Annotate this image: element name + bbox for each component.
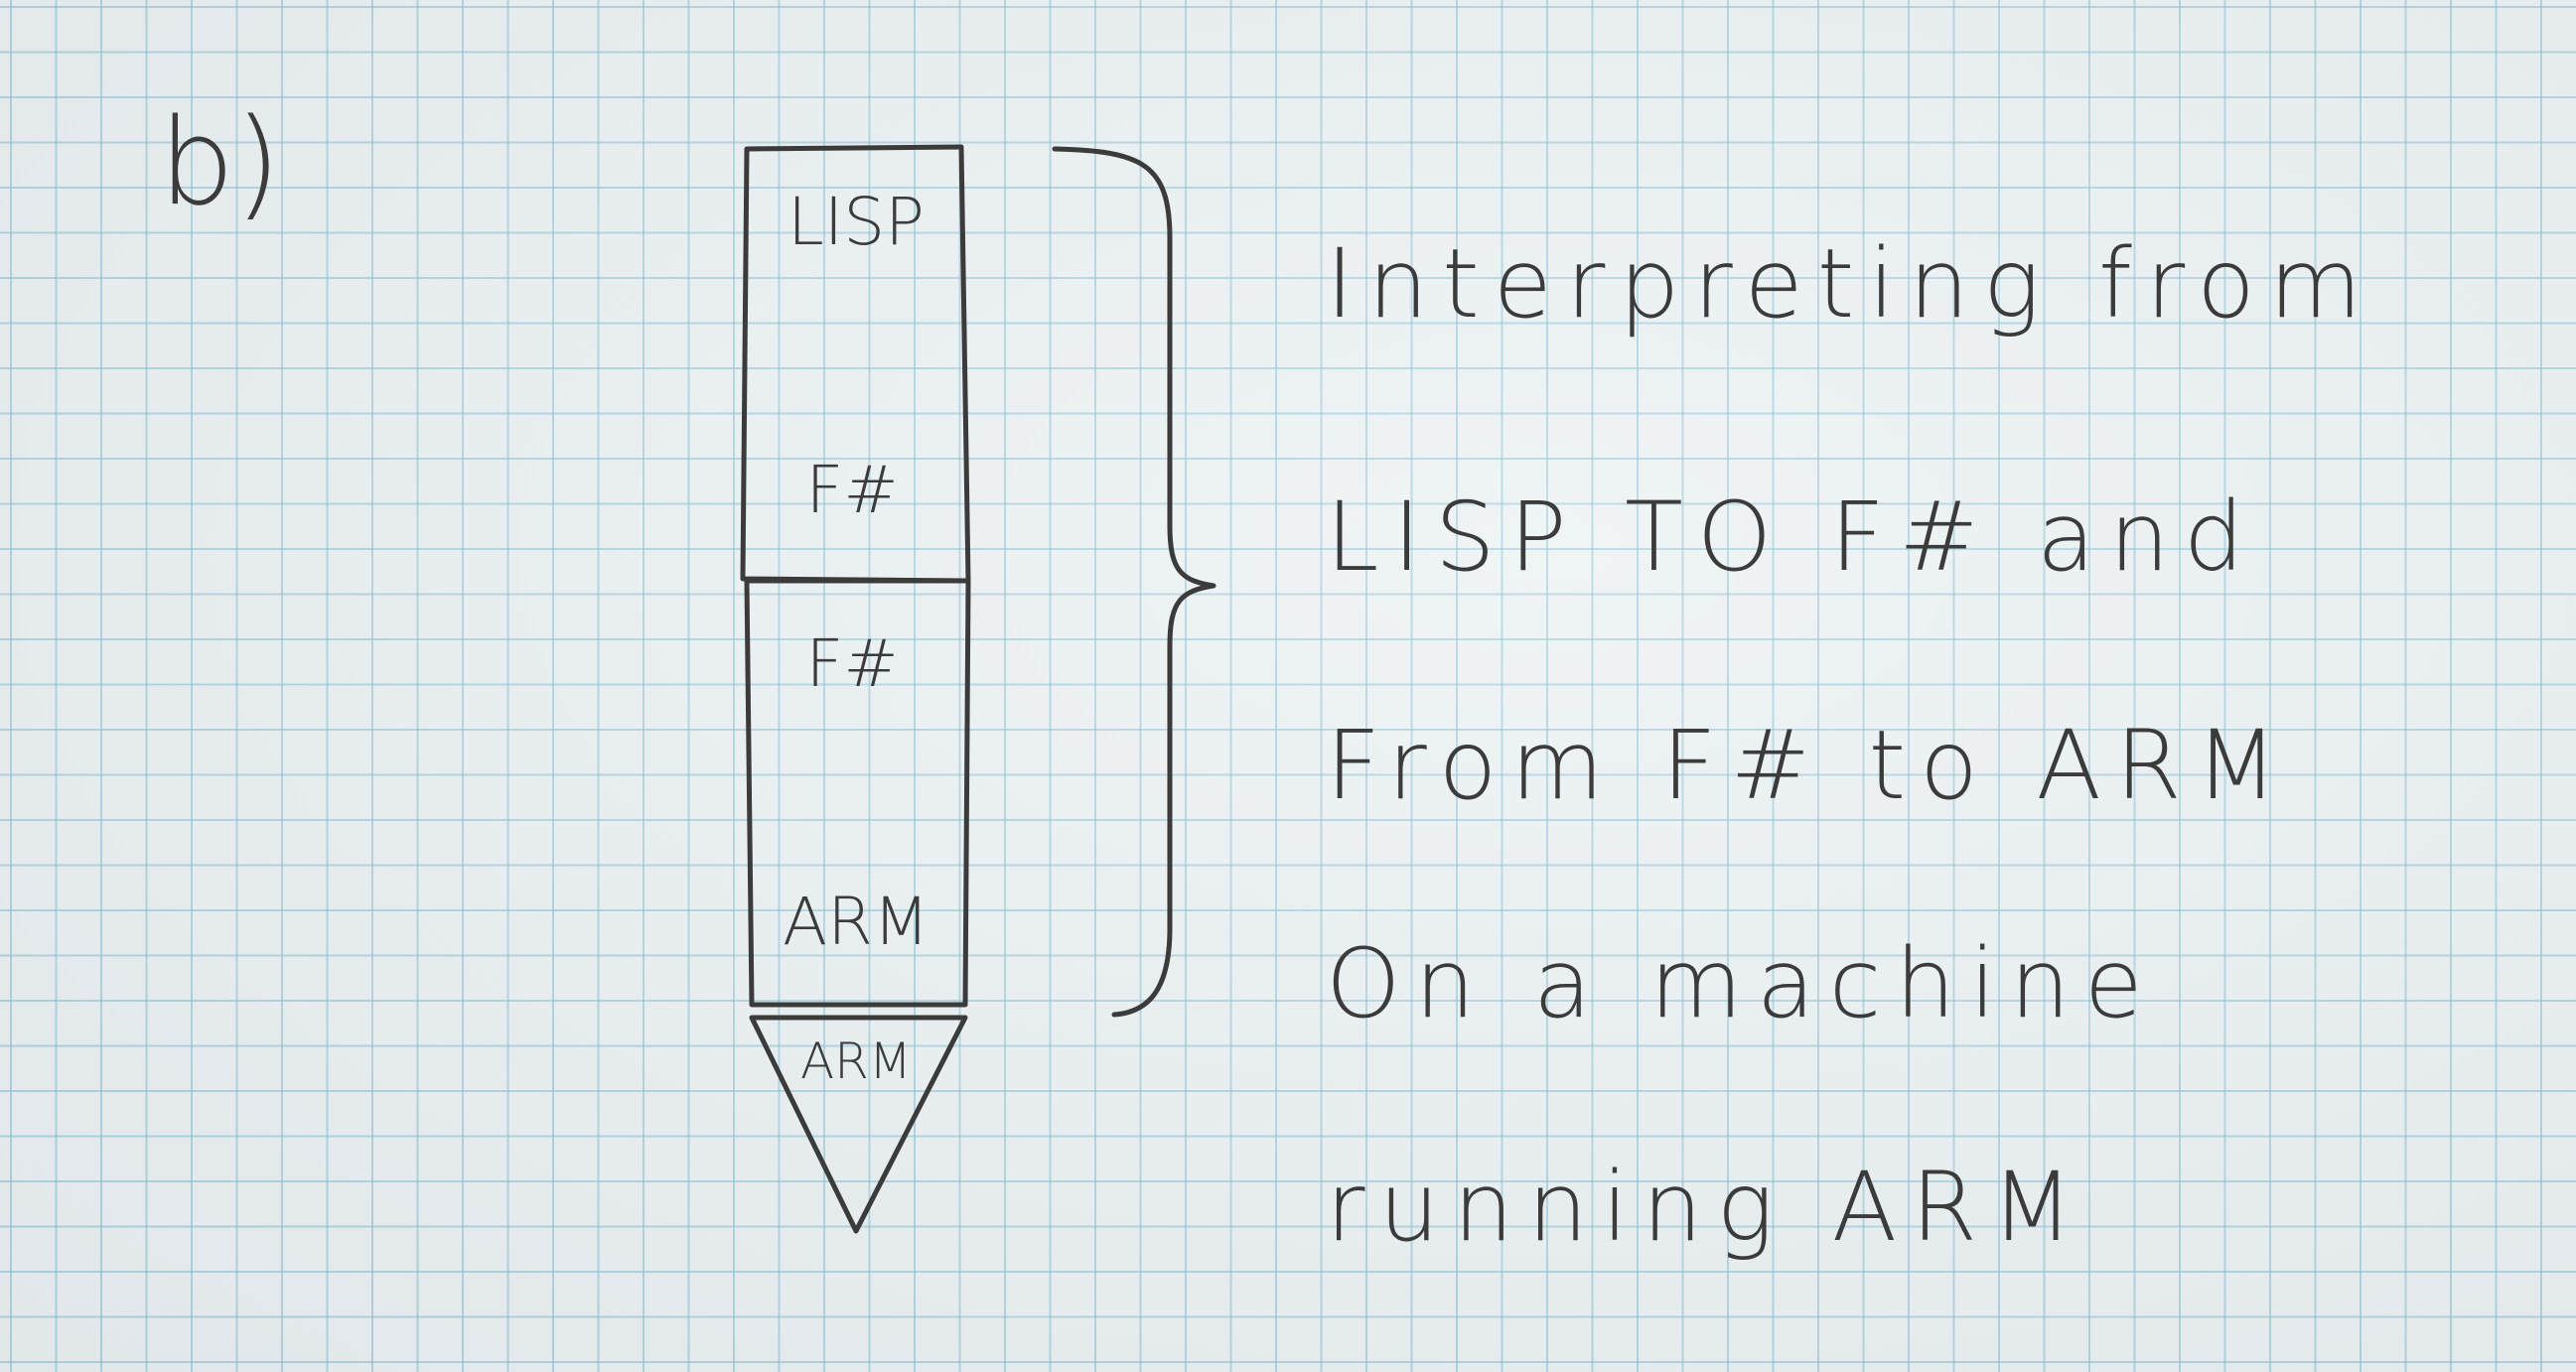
upper-box-source-language: LISP — [787, 184, 925, 260]
machine-language: ARM — [799, 1032, 913, 1090]
note-line-1: Interpreting from — [1326, 228, 2376, 340]
note-line-2: LISP TO F# and — [1326, 481, 2258, 593]
lower-box-implementation-language: ARM — [783, 884, 930, 960]
note-line-5: running ARM — [1326, 1152, 2087, 1263]
lower-box-source-language: F# — [805, 625, 899, 702]
note-line-3: From F# to ARM — [1326, 710, 2292, 821]
curly-brace — [1052, 146, 1216, 1018]
upper-box-implementation-language: F# — [805, 452, 899, 528]
part-label: b) — [159, 94, 281, 232]
tombstone-diagram-strokes — [740, 144, 1216, 1234]
note-line-4: On a machine — [1326, 928, 2157, 1039]
